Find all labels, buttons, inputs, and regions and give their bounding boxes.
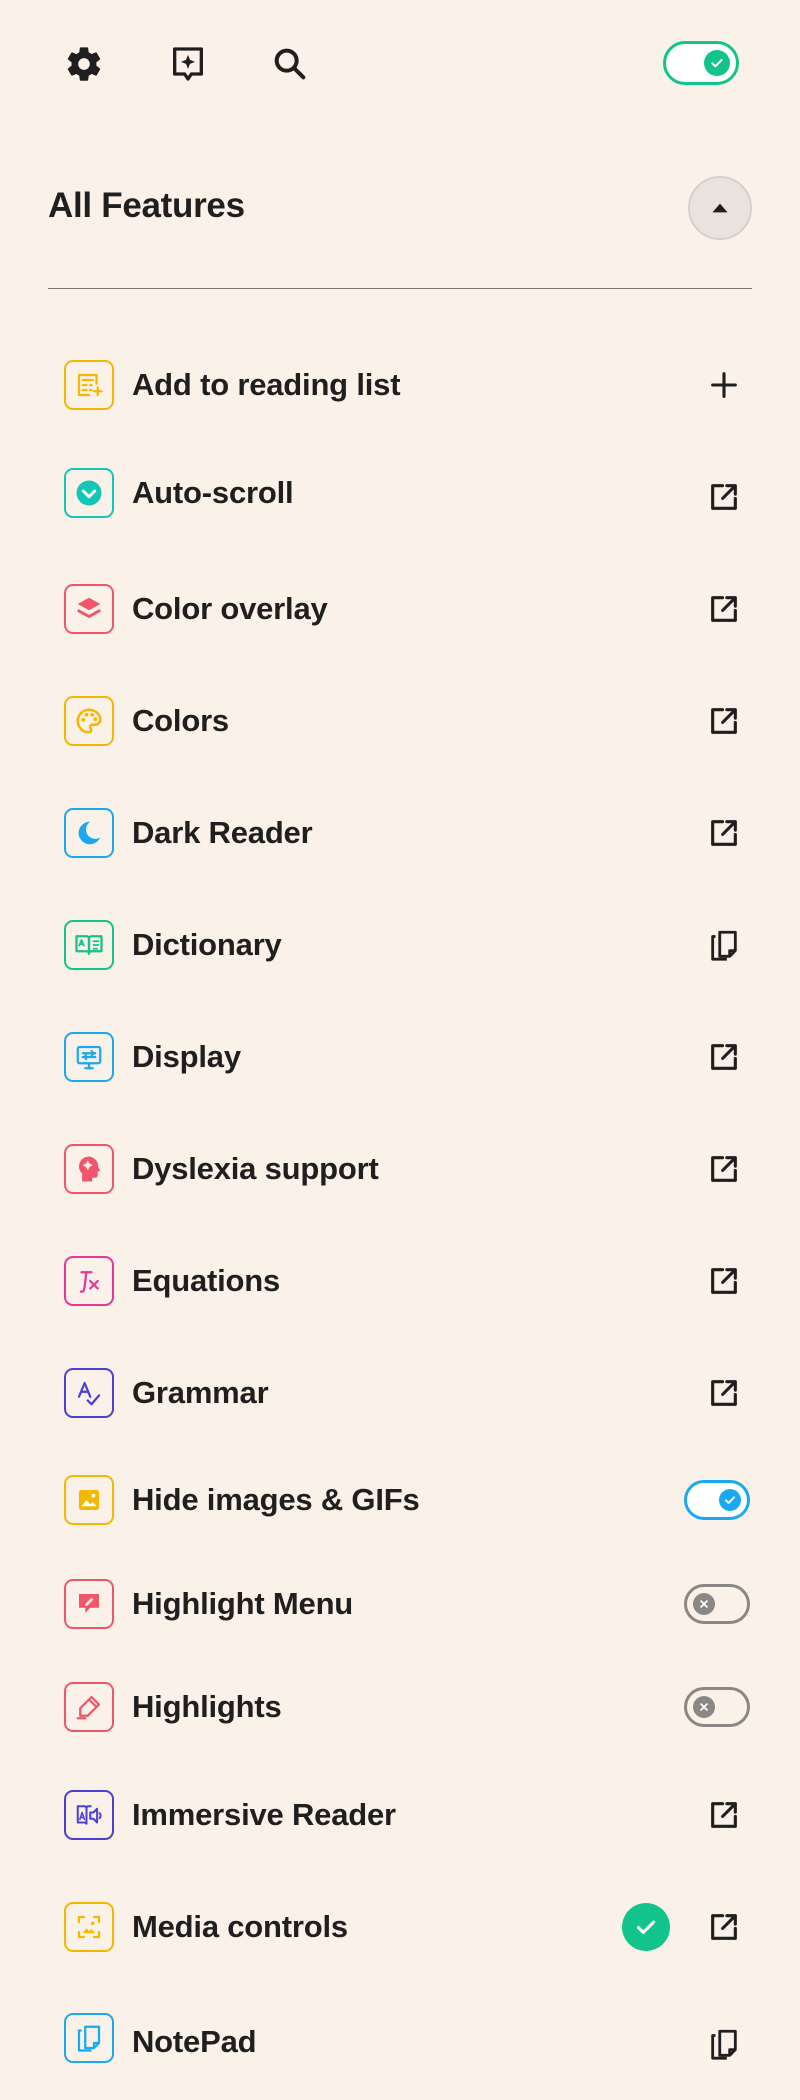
media-controls-icon: [64, 1902, 114, 1952]
caret-up-icon: [712, 203, 728, 213]
palette-icon: [64, 696, 114, 746]
layers-icon: [64, 584, 114, 634]
gear-icon[interactable]: [60, 40, 108, 88]
feature-row-add-to-reading-list[interactable]: Add to reading list: [64, 355, 744, 415]
open-external-icon[interactable]: [704, 1795, 744, 1835]
feature-row-auto-scroll[interactable]: Auto-scroll: [64, 463, 744, 523]
display-settings-icon: [64, 1032, 114, 1082]
feature-row-notepad[interactable]: NotePad: [64, 2008, 744, 2066]
copy-window-icon[interactable]: [704, 925, 744, 965]
feature-row-highlights[interactable]: Highlights: [64, 1677, 750, 1737]
feature-label: Grammar: [132, 1375, 269, 1410]
enabled-check-icon: [622, 1903, 670, 1951]
brain-head-icon: [64, 1144, 114, 1194]
close-icon: [693, 1696, 715, 1718]
highlighter-pen-icon: [64, 1682, 114, 1732]
dictionary-book-icon: [64, 920, 114, 970]
feature-row-colors[interactable]: Colors: [64, 691, 744, 751]
master-toggle[interactable]: [663, 41, 739, 85]
sparkle-bubble-icon[interactable]: [164, 40, 212, 88]
collapse-button[interactable]: [688, 176, 752, 240]
feature-label: Highlights: [132, 1689, 282, 1724]
open-external-icon[interactable]: [704, 1037, 744, 1077]
notepad-icon: [64, 2013, 114, 2063]
copy-window-icon[interactable]: [704, 2024, 744, 2064]
feature-row-dyslexia-support[interactable]: Dyslexia support: [64, 1139, 744, 1199]
feature-label: Display: [132, 1039, 241, 1074]
search-icon[interactable]: [266, 40, 314, 88]
feature-label: Dark Reader: [132, 815, 313, 850]
image-icon: [64, 1475, 114, 1525]
immersive-reader-icon: [64, 1790, 114, 1840]
feature-row-grammar[interactable]: Grammar: [64, 1363, 744, 1423]
open-external-icon[interactable]: [704, 813, 744, 853]
reading-list-add-icon: [64, 360, 114, 410]
check-icon: [704, 50, 730, 76]
feature-label: Equations: [132, 1263, 281, 1298]
open-external-icon[interactable]: [704, 1907, 744, 1947]
feature-row-equations[interactable]: Equations: [64, 1251, 744, 1311]
highlight-menu-toggle[interactable]: [684, 1584, 750, 1624]
open-external-icon[interactable]: [704, 1373, 744, 1413]
feature-label: Dictionary: [132, 927, 282, 962]
feature-label: Dyslexia support: [132, 1151, 379, 1186]
check-icon: [719, 1489, 741, 1511]
feature-label: Immersive Reader: [132, 1797, 396, 1832]
feature-label: Media controls: [132, 1909, 348, 1944]
function-icon: [64, 1256, 114, 1306]
feature-row-highlight-menu[interactable]: Highlight Menu: [64, 1574, 750, 1634]
feature-row-media-controls[interactable]: Media controls: [64, 1897, 744, 1957]
section-divider: [48, 288, 752, 289]
grammar-check-icon: [64, 1368, 114, 1418]
open-external-icon[interactable]: [704, 1149, 744, 1189]
open-external-icon[interactable]: [704, 477, 744, 517]
section-title: All Features: [48, 186, 245, 225]
open-external-icon[interactable]: [704, 589, 744, 629]
close-icon: [693, 1593, 715, 1615]
feature-label: Highlight Menu: [132, 1586, 354, 1621]
auto-scroll-icon: [64, 468, 114, 518]
feature-label: Colors: [132, 703, 229, 738]
highlight-menu-icon: [64, 1579, 114, 1629]
feature-label: NotePad: [132, 2024, 257, 2059]
feature-row-color-overlay[interactable]: Color overlay: [64, 579, 744, 639]
highlights-toggle[interactable]: [684, 1687, 750, 1727]
feature-label: Add to reading list: [132, 367, 401, 402]
plus-icon[interactable]: [704, 365, 744, 405]
feature-label: Hide images & GIFs: [132, 1482, 420, 1517]
feature-row-dictionary[interactable]: Dictionary: [64, 915, 744, 975]
open-external-icon[interactable]: [704, 1261, 744, 1301]
feature-label: Auto-scroll: [132, 475, 294, 510]
hide-images-toggle[interactable]: [684, 1480, 750, 1520]
top-toolbar: [0, 0, 800, 130]
open-external-icon[interactable]: [704, 701, 744, 741]
feature-row-hide-images[interactable]: Hide images & GIFs: [64, 1470, 750, 1530]
feature-row-immersive-reader[interactable]: Immersive Reader: [64, 1785, 744, 1845]
feature-row-display[interactable]: Display: [64, 1027, 744, 1087]
moon-icon: [64, 808, 114, 858]
feature-row-dark-reader[interactable]: Dark Reader: [64, 803, 744, 863]
feature-label: Color overlay: [132, 591, 328, 626]
